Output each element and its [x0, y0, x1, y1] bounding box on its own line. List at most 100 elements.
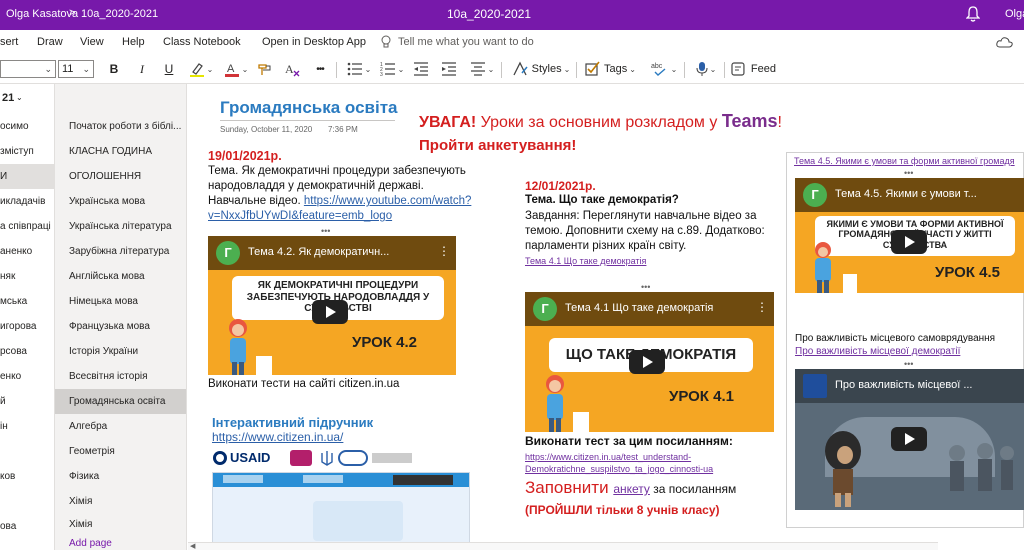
section-item[interactable]: ова	[0, 514, 54, 539]
add-page-button[interactable]: Add page	[69, 538, 112, 549]
breadcrumb-notebook[interactable]: 10a_2020-2021	[81, 8, 158, 20]
video-title[interactable]: Тема 4.5. Якими є умови т...	[835, 188, 977, 200]
page-item[interactable]: Початок роботи з біблі...	[55, 114, 186, 139]
increase-indent-button[interactable]	[440, 59, 458, 79]
container-drag-handle[interactable]: •••	[641, 283, 655, 292]
styles-button[interactable]: Styles ⌄	[510, 59, 572, 79]
section-item[interactable]: й	[0, 389, 54, 414]
page-item[interactable]: Зарубіжна література	[55, 239, 186, 264]
scroll-left-arrow-icon[interactable]: ◀	[190, 542, 195, 550]
section-item[interactable]: рсова	[0, 339, 54, 364]
section-item[interactable]: ков	[0, 464, 54, 489]
page-item[interactable]: Хімія	[55, 489, 186, 514]
channel-avatar[interactable]: Г	[533, 297, 557, 321]
youtube-link-part1[interactable]: https://www.youtube.com/watch?	[304, 195, 471, 207]
page-item[interactable]: Історія України	[55, 339, 186, 364]
video-lesson-4-2[interactable]: Г Тема 4.2. Як демократичн... ⋮ ЯК ДЕМОК…	[208, 236, 456, 375]
page-item[interactable]: Фізика	[55, 464, 186, 489]
chevron-down-icon[interactable]: ⌄	[16, 93, 23, 102]
video-lesson-4-5[interactable]: Г Тема 4.5. Якими є умови т... ЯКИМИ Є У…	[795, 178, 1024, 293]
bell-icon[interactable]	[966, 5, 980, 23]
more-vertical-icon[interactable]: ⋮	[756, 300, 768, 314]
tags-button[interactable]: Tags ⌄	[582, 59, 638, 79]
tab-draw[interactable]: Draw	[37, 36, 63, 48]
citizen-link[interactable]: https://www.citizen.in.ua/	[212, 430, 343, 444]
tab-view[interactable]: View	[80, 36, 104, 48]
section-item[interactable]: икладачів	[0, 189, 54, 214]
horizontal-scrollbar[interactable]	[188, 542, 938, 550]
font-size-combo[interactable]: 11 ⌄	[58, 60, 94, 78]
page-item[interactable]: КЛАСНА ГОДИНА	[55, 139, 186, 164]
section-item[interactable]: осимо	[0, 114, 54, 139]
textbook-screenshot[interactable]	[212, 472, 470, 550]
video-title[interactable]: Тема 4.2. Як демократичн...	[248, 246, 389, 258]
tell-me-search[interactable]: Tell me what you want to do	[398, 36, 534, 48]
open-desktop-app-button[interactable]: Open in Desktop App	[262, 36, 366, 48]
clear-formatting-button[interactable]: A	[283, 59, 301, 79]
page-title[interactable]: Громадянська освіта	[220, 98, 397, 118]
play-button[interactable]	[891, 427, 927, 451]
youtube-link-part2[interactable]: v=NxxJfbUYwDI&feature=emb_logo	[208, 210, 392, 222]
page-item[interactable]: Геометрія	[55, 439, 186, 464]
test-link-part1[interactable]: https://www.citizen.in.ua/test_understan…	[525, 452, 691, 462]
page-canvas[interactable]: Громадянська освіта Sunday, October 11, …	[188, 84, 1024, 550]
page-item[interactable]: Французька мова	[55, 314, 186, 339]
sync-cloud-icon[interactable]	[996, 36, 1014, 48]
tab-insert[interactable]: sert	[0, 36, 18, 48]
container-drag-handle[interactable]: •••	[904, 360, 918, 369]
section-item[interactable]: няк	[0, 264, 54, 289]
survey-link[interactable]: анкету	[613, 482, 650, 496]
tab-class-notebook[interactable]: Class Notebook	[163, 36, 241, 48]
page-item[interactable]: Алгебра	[55, 414, 186, 439]
section-group-header[interactable]: 21	[2, 92, 14, 104]
play-button[interactable]	[891, 230, 927, 254]
section-item[interactable]: аненко	[0, 239, 54, 264]
channel-avatar[interactable]: Г	[803, 183, 827, 207]
container-drag-handle[interactable]: •••	[321, 227, 335, 236]
video-title[interactable]: Про важливість місцевої ...	[835, 379, 973, 391]
dictate-button[interactable]: ⌄	[692, 59, 720, 79]
test-link-part2[interactable]: Demokratichne_suspilstvo_ta_jogo_cinnost…	[525, 464, 713, 474]
section-item[interactable]: ін	[0, 414, 54, 439]
page-item[interactable]: ОГОЛОШЕННЯ	[55, 164, 186, 189]
more-font-options-button[interactable]: •••	[310, 59, 330, 79]
section-item[interactable]: зміступ	[0, 139, 54, 164]
play-button[interactable]	[312, 300, 348, 324]
channel-avatar[interactable]: Г	[216, 241, 240, 265]
page-item[interactable]: Англійська мова	[55, 264, 186, 289]
decrease-indent-button[interactable]	[412, 59, 430, 79]
format-painter-button[interactable]	[256, 59, 274, 79]
bullets-button[interactable]: ⌄	[345, 59, 373, 79]
font-name-combo[interactable]: ⌄	[0, 60, 56, 78]
channel-avatar[interactable]	[803, 374, 827, 398]
local-democracy-link[interactable]: Про важливість місцевої демократії	[795, 346, 960, 357]
italic-button[interactable]: I	[134, 59, 150, 79]
video-lesson-4-1[interactable]: Г Тема 4.1 Що таке демократія ⋮ ЩО ТАКЕ …	[525, 292, 774, 432]
spelling-button[interactable]: abc ⌄	[650, 59, 678, 79]
topic-4-1-link[interactable]: Тема 4.1 Що таке демократія	[525, 256, 646, 266]
section-item[interactable]: игорова	[0, 314, 54, 339]
align-button[interactable]: ⌄	[468, 59, 496, 79]
container-drag-handle[interactable]: •••	[904, 169, 918, 178]
page-item-selected[interactable]: Громадянська освіта	[55, 389, 186, 414]
page-item[interactable]: Українська мова	[55, 189, 186, 214]
section-item-selected[interactable]: И	[0, 164, 54, 189]
font-color-button[interactable]: A ⌄	[222, 59, 250, 79]
video-local-democracy[interactable]: Про важливість місцевої ...	[795, 369, 1024, 510]
more-vertical-icon[interactable]: ⋮	[438, 244, 450, 258]
play-button[interactable]	[629, 350, 665, 374]
tab-help[interactable]: Help	[122, 36, 145, 48]
section-item[interactable]: мська	[0, 289, 54, 314]
underline-button[interactable]: U	[161, 59, 177, 79]
section-item[interactable]: а співпраці	[0, 214, 54, 239]
feed-button[interactable]: Feed	[730, 59, 776, 79]
video-title[interactable]: Тема 4.1 Що таке демократія	[565, 302, 713, 314]
user-account[interactable]: Olga	[1005, 8, 1024, 20]
highlight-button[interactable]: ⌄	[187, 59, 215, 79]
topic-4-5-link[interactable]: Тема 4.5. Якими є умови та форми активно…	[794, 156, 1015, 166]
user-name[interactable]: Olga Kasatova	[6, 8, 78, 20]
page-item[interactable]: Всесвітня історія	[55, 364, 186, 389]
bold-button[interactable]: B	[106, 59, 122, 79]
page-item[interactable]: Німецька мова	[55, 289, 186, 314]
page-item[interactable]: Українська література	[55, 214, 186, 239]
